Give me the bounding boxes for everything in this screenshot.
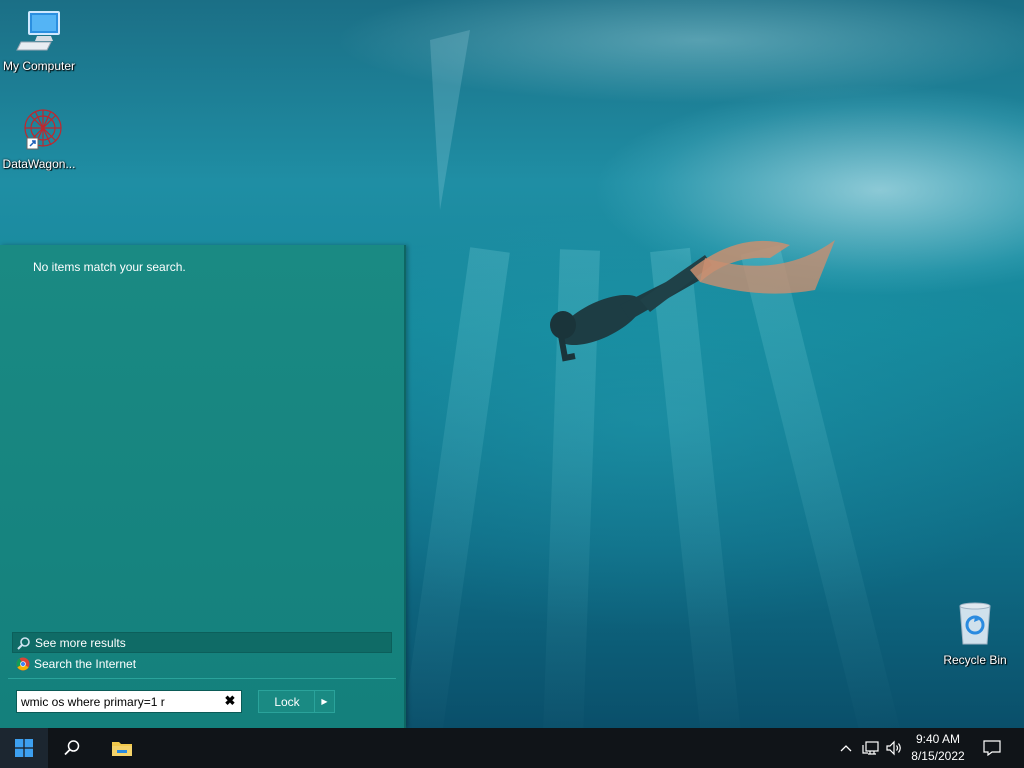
show-hidden-icons-button[interactable] — [838, 738, 854, 758]
desktop-icon-my-computer[interactable]: My Computer — [0, 8, 78, 73]
lock-button[interactable]: Lock — [258, 690, 316, 713]
magnifier-icon — [16, 635, 32, 651]
search-icon — [64, 740, 80, 756]
network-icon — [862, 741, 879, 755]
desktop-icon-label: Recycle Bin — [943, 653, 1007, 667]
computer-icon — [16, 11, 60, 51]
chrome-icon — [15, 656, 31, 672]
clock-time: 9:40 AM — [915, 732, 961, 746]
desktop-icon-label: My Computer — [2, 59, 76, 73]
see-more-results-link[interactable]: See more results — [12, 632, 392, 653]
start-search-panel: No items match your search. See more res… — [0, 245, 406, 728]
volume-icon — [886, 740, 901, 756]
search-box[interactable]: ✖ — [16, 690, 242, 713]
file-explorer-button[interactable] — [98, 728, 146, 768]
search-internet-label: Search the Internet — [34, 656, 137, 671]
desktop-icon-recycle-bin[interactable]: Recycle Bin — [936, 600, 1014, 667]
no-results-message: No items match your search. — [33, 260, 186, 274]
file-explorer-icon — [112, 742, 132, 756]
action-center-button[interactable] — [982, 738, 1002, 758]
power-options-arrow-button[interactable]: ▶ — [314, 690, 335, 713]
network-tray-button[interactable] — [861, 738, 881, 758]
clear-search-icon[interactable]: ✖ — [223, 694, 237, 708]
desktop-icon-label: DataWagon... — [2, 157, 76, 171]
start-button[interactable] — [0, 728, 48, 768]
search-internet-link[interactable]: Search the Internet — [12, 654, 390, 673]
taskbar-clock[interactable]: 9:40 AM 8/15/2022 — [905, 731, 971, 765]
recycle-bin-icon — [959, 602, 991, 645]
notification-icon — [983, 740, 1001, 756]
desktop-icon-datawagon[interactable]: DataWagon... — [0, 106, 78, 171]
datawagon-shortcut-icon — [24, 109, 62, 150]
chevron-up-icon — [840, 745, 852, 752]
search-input[interactable] — [17, 691, 221, 712]
clock-date: 8/15/2022 — [911, 749, 965, 763]
taskbar-search-button[interactable] — [48, 728, 96, 768]
windows-logo-icon — [15, 739, 33, 757]
taskbar: 9:40 AM 8/15/2022 — [0, 728, 1024, 768]
see-more-results-label: See more results — [35, 635, 126, 650]
volume-tray-button[interactable] — [884, 738, 904, 758]
panel-divider — [8, 678, 396, 679]
